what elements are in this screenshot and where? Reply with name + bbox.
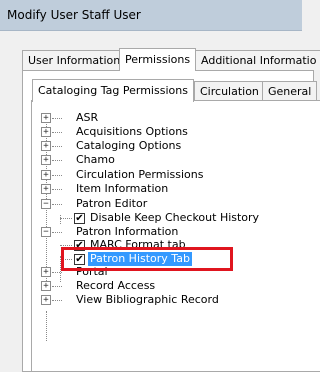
tree-guide-line: [46, 311, 47, 341]
plus-box-icon[interactable]: +: [41, 295, 51, 305]
dialog-client-area: User Information Permissions Additional …: [0, 31, 320, 372]
tree-node-label: Cataloging Options: [76, 139, 182, 152]
tree-node-record-access[interactable]: + Record Access: [32, 279, 282, 293]
permissions-panel: Cataloging Tag Permissions Circulation G…: [22, 70, 320, 372]
tree-node-label: Item Information: [76, 182, 169, 195]
tree-connector: [52, 286, 62, 287]
annotation-highlight-box: [61, 247, 233, 271]
plus-box-icon[interactable]: +: [41, 113, 51, 123]
checkbox-disable-keep-checkout-history[interactable]: ✔: [74, 213, 85, 224]
tree-node-chamo[interactable]: + Chamo: [32, 153, 282, 167]
minus-box-icon[interactable]: −: [41, 199, 51, 209]
tree-connector: [52, 204, 62, 205]
tree-connector: [52, 189, 62, 190]
tree-node-asr[interactable]: + ASR: [32, 111, 282, 125]
tree-connector: [60, 218, 72, 219]
tree-node-view-bibliographic-record[interactable]: + View Bibliographic Record: [32, 293, 282, 307]
plus-box-icon[interactable]: +: [41, 155, 51, 165]
tab-user-information[interactable]: User Information: [22, 50, 127, 70]
tab-additional-information[interactable]: Additional Informatio: [195, 50, 320, 70]
tab-cataloging-tag-permissions[interactable]: Cataloging Tag Permissions: [32, 79, 194, 102]
plus-box-icon[interactable]: +: [41, 170, 51, 180]
tree-node-label: Patron Information: [76, 225, 179, 238]
tree-node-label: View Bibliographic Record: [76, 293, 219, 306]
tree-connector: [52, 118, 62, 119]
tree-connector: [52, 160, 62, 161]
tree-connector: [52, 132, 62, 133]
tab-general[interactable]: General: [262, 81, 318, 101]
tree-node-label: Chamo: [76, 153, 115, 166]
tree-node-label: Patron Editor: [76, 197, 148, 210]
minus-box-icon[interactable]: −: [41, 227, 51, 237]
tree-connector: [52, 175, 62, 176]
window-title: Modify User Staff User: [7, 8, 141, 22]
plus-box-icon[interactable]: +: [41, 141, 51, 151]
tree-connector: [52, 272, 62, 273]
tree-connector: [52, 146, 62, 147]
plus-box-icon[interactable]: +: [41, 184, 51, 194]
tab-permissions[interactable]: Permissions: [119, 48, 197, 71]
tree-node-disable-keep-checkout-history[interactable]: ✔ Disable Keep Checkout History: [32, 211, 292, 225]
tree-connector: [60, 245, 72, 246]
tree-node-cataloging-options[interactable]: + Cataloging Options: [32, 139, 282, 153]
tree-node-label: Disable Keep Checkout History: [90, 211, 260, 224]
tree-node-circulation-permissions[interactable]: + Circulation Permissions: [32, 168, 282, 182]
tree-node-label: Acquisitions Options: [76, 125, 188, 138]
plus-box-icon[interactable]: +: [41, 281, 51, 291]
tab-circulation[interactable]: Circulation: [194, 81, 265, 101]
tree-connector: [52, 300, 62, 301]
tree-node-label: Circulation Permissions: [76, 168, 204, 181]
plus-box-icon[interactable]: +: [41, 267, 51, 277]
tree-connector: [52, 232, 62, 233]
tree-node-item-information[interactable]: + Item Information: [32, 182, 282, 196]
window-titlebar: Modify User Staff User: [0, 0, 302, 31]
checkmark-icon: ✔: [75, 213, 84, 224]
tree-node-label: ASR: [76, 111, 99, 124]
tree-node-patron-information[interactable]: − Patron Information: [32, 225, 282, 239]
tree-node-acquisitions-options[interactable]: + Acquisitions Options: [32, 125, 282, 139]
permissions-tree-panel: + ASR + Acquisitions Options + Catalogin…: [31, 100, 320, 372]
tree-node-patron-editor[interactable]: − Patron Editor: [32, 197, 282, 211]
plus-box-icon[interactable]: +: [41, 127, 51, 137]
tree-node-label: Record Access: [76, 279, 156, 292]
